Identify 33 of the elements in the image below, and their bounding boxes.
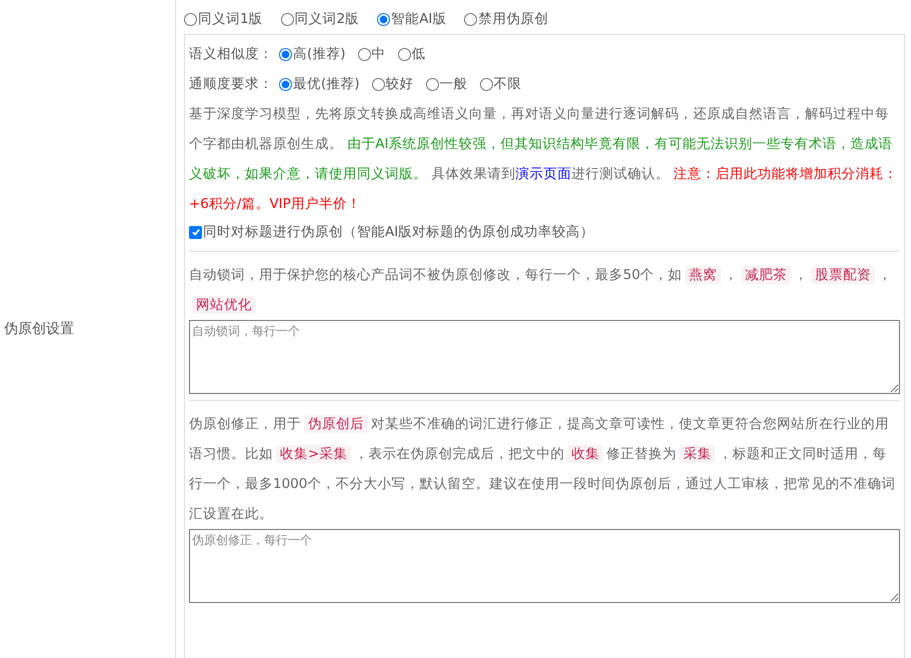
- lock-words-text: 自动锁词，用于保护您的核心产品词不被伪原创修改，每行一个，最多50个，如 燕窝 ， 减肥茶 ， 股票配资 ， 网站优化: [189, 265, 894, 316]
- mode-radio[interactable]: [280, 12, 294, 26]
- fluency-label: 通顺度要求：: [189, 75, 273, 93]
- demo-link[interactable]: 演示页面: [515, 166, 572, 182]
- mode-label[interactable]: 智能AI版: [391, 10, 446, 28]
- similarity-radio[interactable]: [279, 48, 292, 60]
- similarity-option-label[interactable]: 低: [412, 45, 426, 63]
- corrections-text: 伪原创修正，用于 伪原创后 对某些不准确的词汇进行修正，提高文章可读性，使文章更符合您网站所在行业的用语习惯。比如 收集>采集 ，表示在伪原创完成后，把文中的 收集 修正替换为 采集 ，标题和正文同时适用，每行一个，最多1000个，不分大小写，默认留空。建议在使用一段时间伪原创后，通过人工审核，把常见的不准确词汇设置在此。: [189, 414, 896, 524]
- fluency-option-label[interactable]: 较好: [386, 75, 414, 93]
- similarity-radio[interactable]: [358, 48, 371, 60]
- mode-label[interactable]: 禁用伪原创: [478, 10, 548, 28]
- corrections-field[interactable]: 伪原创修正，每行一个: [189, 529, 900, 603]
- similarity-label: 语义相似度：: [189, 45, 273, 63]
- title-checkbox[interactable]: [189, 226, 202, 238]
- fluency-radio[interactable]: [372, 78, 385, 90]
- similarity-radio[interactable]: [398, 48, 411, 60]
- fluency-option-label[interactable]: 不限: [494, 75, 522, 93]
- fluency-radio[interactable]: [426, 78, 439, 90]
- mode-radio[interactable]: [377, 12, 390, 26]
- section-label: 伪原创设置: [4, 320, 74, 338]
- fluency-option-label[interactable]: 最优(推荐): [293, 75, 360, 93]
- similarity-option-label[interactable]: 中: [372, 45, 386, 63]
- mode-label[interactable]: 同义词2版: [294, 10, 360, 28]
- mode-radio[interactable]: [184, 12, 197, 26]
- similarity-option-label[interactable]: 高(推荐): [293, 45, 346, 63]
- fluency-option-label[interactable]: 一般: [440, 75, 468, 93]
- fluency-radio[interactable]: [480, 78, 493, 90]
- mode-radio[interactable]: [464, 12, 478, 26]
- fluency-radio[interactable]: [279, 78, 292, 90]
- description-text: 基于深度学习模型，先将原文转换成高维语义向量，再对语义向量进行逐词解码，还原成自然语言，解码过程中每个字都由机器原创生成。 由于AI系统原创性较强，但其知识结构毕竟有限，有可能无法识别一些专有术语，造成语义破坏，如果介意，请使用同义词版。 具体效果请到演示页面进行测试确认。 注意：启用此功能将增加积分消耗：+6积分/篇。VIP用户半价！: [189, 105, 899, 214]
- lock-words-field[interactable]: 自动锁词，每行一个: [189, 320, 900, 394]
- title-checkbox-label[interactable]: 同时对标题进行伪原创（智能AI版对标题的伪原创成功率较高）: [203, 223, 594, 241]
- mode-label[interactable]: 同义词1版: [198, 10, 263, 28]
